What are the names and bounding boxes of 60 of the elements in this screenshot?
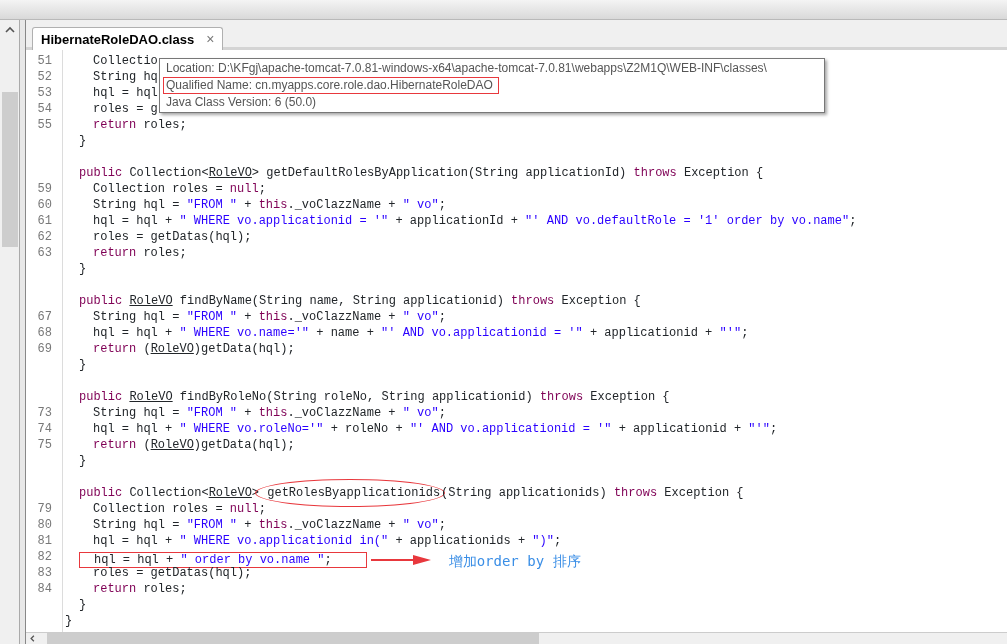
code-line: }: [79, 454, 87, 468]
code-line: return (RoleVO)getData(hql);: [93, 342, 295, 356]
code-line: public Collection<RoleVO> getDefaultRolesByApplication(String applicationId) throws Exception {: [79, 166, 764, 180]
scrollbar-thumb[interactable]: [47, 633, 539, 644]
code-line: hql = hql + " WHERE vo.name='" + name + "' AND vo.applicationid = '" + applicationid + "'";: [93, 326, 749, 340]
code-line: }: [79, 134, 87, 148]
code-line: public RoleVO findByRoleNo(String roleNo, String applicationid) throws Exception {: [79, 390, 670, 404]
code-line: public RoleVO findByName(String name, String applicationid) throws Exception {: [79, 294, 641, 308]
line-number: 84: [37, 582, 52, 596]
annotation-note: 增加order by 排序: [448, 553, 581, 569]
line-number: 52: [37, 70, 52, 84]
code-line: }: [65, 614, 73, 628]
code-line: Collection roles = null;: [93, 182, 266, 196]
line-number: 81: [37, 534, 52, 548]
line-number: 63: [37, 246, 52, 260]
line-number: 80: [37, 518, 52, 532]
line-number: 51: [37, 54, 52, 68]
tooltip-line: Location: D:\KFgj\apache-tomcat-7.0.81-windows-x64\apache-tomcat-7.0.81\webapps\Z2M1Q\WEB-INF\classes\: [165, 60, 768, 77]
code-line: return roles;: [93, 582, 187, 596]
line-number: 59: [37, 182, 52, 196]
code-line: }: [79, 358, 87, 372]
code-line: hql = hql + " WHERE vo.applicationid in(" + applicationids + ")";: [93, 534, 562, 548]
line-number: 62: [37, 230, 52, 244]
code-line: hql = hql + " order by vo.name ";: [94, 553, 332, 567]
code-line: String hq: [93, 70, 158, 84]
line-number: 67: [37, 310, 52, 324]
file-tab[interactable]: HibernateRoleDAO.class ×: [32, 27, 224, 50]
line-number: 68: [37, 326, 52, 340]
code-line: roles = getDatas(hql);: [93, 566, 252, 580]
code-line: hql = hql + " WHERE vo.roleNo='" + roleNo + "' AND vo.applicationid = '" + applicationid + "'";: [93, 422, 778, 436]
code-line: String hql = "FROM " + this._voClazzName + " vo";: [93, 406, 446, 420]
line-number: 61: [37, 214, 52, 228]
scrollbar-thumb[interactable]: [2, 92, 18, 247]
line-number: 79: [37, 502, 52, 516]
code-line: return roles;: [93, 118, 187, 132]
line-number: 75: [37, 438, 52, 452]
tooltip-line: Java Class Version: 6 (50.0): [165, 94, 318, 111]
line-number: 54: [37, 102, 52, 116]
code-line: String hql = "FROM " + this._voClazzName + " vo";: [93, 198, 446, 212]
code-line: }: [79, 598, 87, 612]
code-line: return (RoleVO)getData(hql);: [93, 438, 295, 452]
line-number: 82: [37, 550, 52, 564]
line-number: 74: [37, 422, 52, 436]
code-line: }: [79, 262, 87, 276]
line-number: 60: [37, 198, 52, 212]
close-button[interactable]: ×: [206, 31, 215, 47]
code-line: hql = hql + " WHERE vo.applicationid = '" + applicationId + "' AND vo.defaultRole = '1' order by vo.name";: [93, 214, 857, 228]
code-line: return roles;: [93, 246, 187, 260]
line-number: 83: [37, 566, 52, 580]
arrow-icon: [370, 553, 431, 566]
code-line: roles = g: [93, 102, 158, 116]
line-number: 69: [37, 342, 52, 356]
code-line: String hql = "FROM " + this._voClazzName + " vo";: [93, 518, 446, 532]
code-line: Collectio: [93, 54, 158, 68]
line-number: 53: [37, 86, 52, 100]
code-line: roles = getDatas(hql);: [93, 230, 252, 244]
code-line: hql = hql: [93, 86, 158, 100]
code-line: String hql = "FROM " + this._voClazzName + " vo";: [93, 310, 446, 324]
line-number: 55: [37, 118, 52, 132]
line-number: 73: [37, 406, 52, 420]
